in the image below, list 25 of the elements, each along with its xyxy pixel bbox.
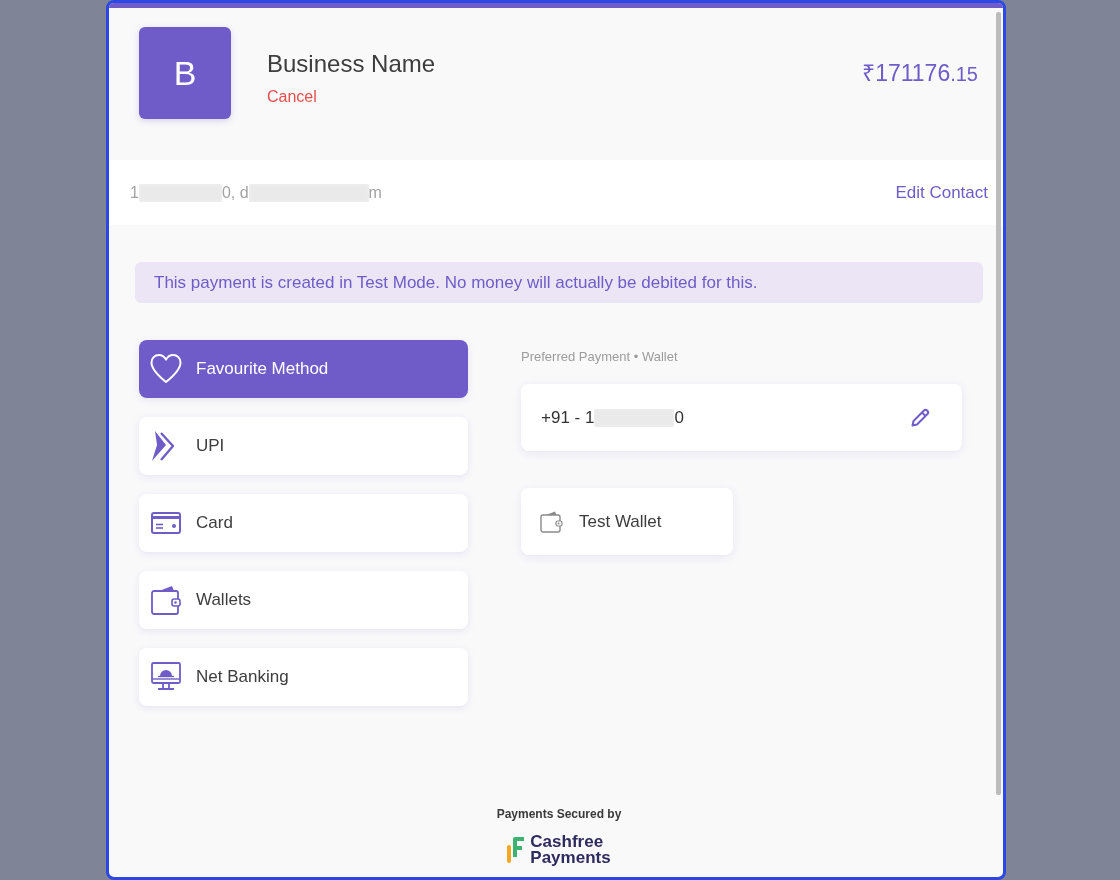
business-name: Business Name xyxy=(267,50,436,78)
wallet-icon xyxy=(150,584,182,616)
contact-details: 1 0, d m xyxy=(130,183,382,202)
payment-method-tab[interactable]: UPI xyxy=(139,417,468,475)
brand-logo-icon xyxy=(507,837,525,863)
payment-method-tab[interactable]: Wallets xyxy=(139,571,468,629)
cancel-link[interactable]: Cancel xyxy=(267,87,317,107)
secured-by-text: Payments Secured by xyxy=(496,807,622,821)
payment-method-tab[interactable]: Net Banking xyxy=(139,648,468,706)
wallet-icon xyxy=(540,510,563,533)
brand-wordmark: Cashfree Payments xyxy=(530,834,611,866)
pencil-icon[interactable] xyxy=(910,407,930,428)
heart-icon xyxy=(150,353,182,385)
section-label: Preferred Payment • Wallet xyxy=(521,349,678,365)
saved-wallet-card[interactable]: +91 - 1 0 xyxy=(521,384,962,451)
wallet-option[interactable]: Test Wallet xyxy=(521,488,733,555)
monitor-icon xyxy=(150,661,182,693)
phone-number: +91 - 1 0 xyxy=(541,407,684,428)
payment-method-tab[interactable]: Card xyxy=(139,494,468,552)
business-logo: B xyxy=(139,27,231,119)
scrollbar-thumb[interactable] xyxy=(996,12,1001,795)
payment-method-tab[interactable]: Favourite Method xyxy=(139,340,468,398)
amount-text: ₹171176.15 xyxy=(862,59,978,88)
test-mode-notice: This payment is created in Test Mode. No money will actually be debited for this. xyxy=(135,262,983,303)
edit-contact-link[interactable]: Edit Contact xyxy=(895,182,988,203)
